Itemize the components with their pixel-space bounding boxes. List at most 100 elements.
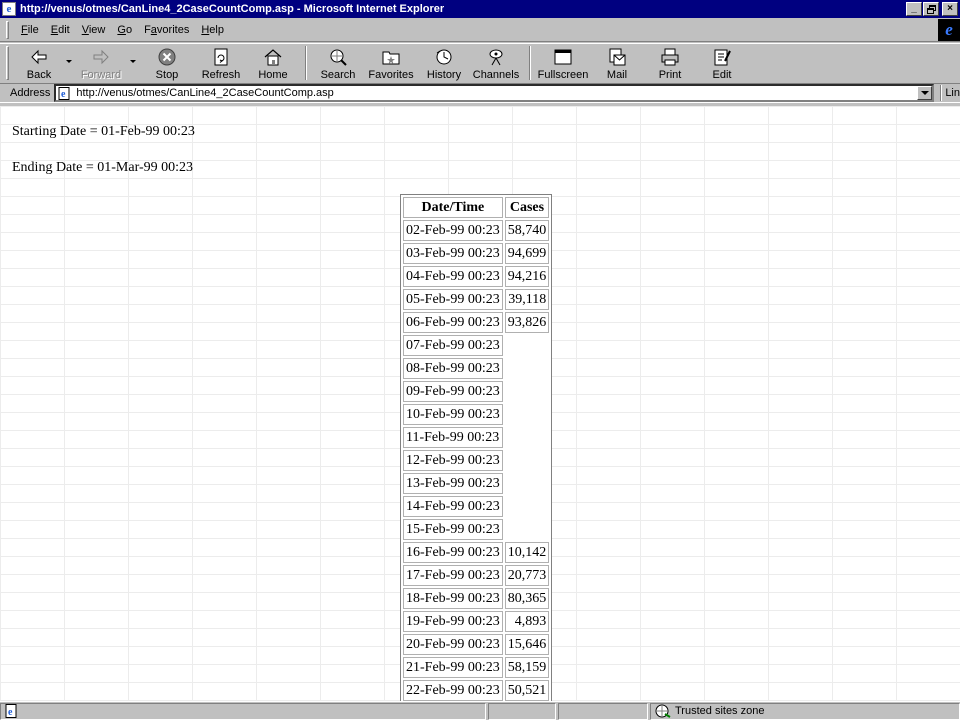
home-button[interactable]: Home	[247, 44, 299, 82]
channels-button[interactable]: Channels	[469, 44, 523, 82]
refresh-button[interactable]: Refresh	[195, 44, 247, 82]
datetime-cell: 21-Feb-99 00:23	[403, 657, 503, 678]
menu-go[interactable]: Go	[111, 24, 138, 36]
table-row: 05-Feb-99 00:23 39,118	[403, 289, 550, 310]
menu-edit[interactable]: Edit	[45, 24, 76, 36]
fullscreen-icon	[554, 49, 572, 65]
status-main-pane: e	[0, 702, 486, 720]
svg-text:e: e	[8, 707, 13, 718]
menu-file[interactable]: File	[15, 24, 45, 36]
stop-icon	[158, 48, 176, 66]
back-button[interactable]: Back	[15, 44, 63, 82]
cases-cell	[505, 473, 550, 494]
table-row: 11-Feb-99 00:23	[403, 427, 549, 448]
restore-button[interactable]	[923, 2, 939, 16]
cases-cell: 20,773	[504, 565, 550, 586]
starting-date-text: Starting Date = 01-Feb-99 00:23	[12, 124, 195, 139]
cases-cell: 15,646	[504, 634, 550, 655]
status-secure-pane	[558, 702, 648, 720]
edit-button[interactable]: Edit	[695, 44, 749, 82]
cases-cell: 50,521	[504, 680, 550, 701]
case-count-table: Date/Time Cases 02-Feb-99 00:23 58,740 03-…	[400, 194, 553, 701]
page-icon: e	[58, 86, 70, 100]
mail-button[interactable]: Mail	[589, 44, 645, 82]
datetime-cell: 14-Feb-99 00:23	[403, 496, 503, 517]
table-row: 12-Feb-99 00:23	[403, 450, 549, 471]
forward-button[interactable]: Forward	[75, 44, 127, 82]
datetime-cell: 08-Feb-99 00:23	[403, 358, 503, 379]
back-dropdown[interactable]	[63, 44, 75, 82]
links-separator	[940, 85, 943, 101]
datetime-cell: 04-Feb-99 00:23	[403, 266, 503, 287]
cases-cell: 80,365	[504, 588, 550, 609]
status-bar: e Trusted sites zone	[0, 701, 960, 720]
cases-cell: 93,826	[504, 312, 550, 333]
toolbar-grip[interactable]	[6, 46, 9, 80]
address-dropdown-button[interactable]	[917, 86, 933, 100]
table-header-row: Date/Time Cases	[403, 197, 550, 218]
datetime-cell: 16-Feb-99 00:23	[403, 542, 503, 563]
table-row: 14-Feb-99 00:23	[403, 496, 549, 517]
address-input[interactable]: e http://venus/otmes/CanLine4_2CaseCount…	[54, 84, 935, 102]
menu-help[interactable]: Help	[195, 24, 230, 36]
history-button[interactable]: History	[419, 44, 469, 82]
minimize-button[interactable]: _	[906, 2, 922, 16]
forward-dropdown[interactable]	[127, 44, 139, 82]
menu-view[interactable]: View	[76, 24, 112, 36]
datetime-cell: 05-Feb-99 00:23	[403, 289, 503, 310]
table-row: 07-Feb-99 00:23	[403, 335, 549, 356]
cases-cell	[505, 404, 550, 425]
datetime-cell: 13-Feb-99 00:23	[403, 473, 503, 494]
table-row: 06-Feb-99 00:23 93,826	[403, 312, 550, 333]
favorites-folder-icon	[382, 51, 400, 65]
menu-favorites[interactable]: Favorites	[138, 24, 195, 36]
cases-cell: 94,216	[504, 266, 550, 287]
ie-page-icon[interactable]: e	[2, 2, 16, 16]
table-row: 16-Feb-99 00:23 10,142	[403, 542, 550, 563]
refresh-icon	[214, 48, 228, 66]
fullscreen-button[interactable]: Fullscreen	[537, 44, 589, 82]
channels-satellite-icon	[489, 49, 503, 66]
history-icon	[436, 49, 452, 65]
forward-arrow-icon	[93, 49, 109, 65]
table-row: 18-Feb-99 00:23 80,365	[403, 588, 550, 609]
favorites-button[interactable]: Favorites	[363, 44, 419, 82]
datetime-cell: 18-Feb-99 00:23	[403, 588, 503, 609]
cases-cell	[505, 427, 550, 448]
cases-cell	[505, 496, 550, 517]
datetime-cell: 17-Feb-99 00:23	[403, 565, 503, 586]
cases-cell	[505, 335, 550, 356]
datetime-cell: 09-Feb-99 00:23	[403, 381, 503, 402]
datetime-cell: 10-Feb-99 00:23	[403, 404, 503, 425]
close-button[interactable]: ×	[942, 2, 958, 16]
datetime-cell: 06-Feb-99 00:23	[403, 312, 503, 333]
table-row: 20-Feb-99 00:23 15,646	[403, 634, 550, 655]
menubar-grip[interactable]	[6, 20, 9, 39]
ending-date-text: Ending Date = 01-Mar-99 00:23	[12, 160, 194, 175]
print-button[interactable]: Print	[645, 44, 695, 82]
search-button[interactable]: Search	[313, 44, 363, 82]
links-button[interactable]: Lin	[945, 87, 960, 99]
edit-page-icon	[714, 49, 731, 66]
table-row: 04-Feb-99 00:23 94,216	[403, 266, 550, 287]
mail-icon	[609, 48, 626, 66]
column-header-cases: Cases	[504, 197, 550, 218]
cases-cell	[505, 450, 550, 471]
stop-button[interactable]: Stop	[139, 44, 195, 82]
search-globe-icon	[330, 49, 347, 66]
table-row: 10-Feb-99 00:23	[403, 404, 549, 425]
restore-icon	[926, 4, 936, 14]
column-header-datetime: Date/Time	[403, 197, 503, 218]
cases-cell: 94,699	[504, 243, 550, 264]
datetime-cell: 07-Feb-99 00:23	[403, 335, 503, 356]
datetime-cell: 02-Feb-99 00:23	[403, 220, 503, 241]
datetime-cell: 03-Feb-99 00:23	[403, 243, 503, 264]
datetime-cell: 19-Feb-99 00:23	[403, 611, 503, 632]
svg-text:e: e	[61, 89, 66, 100]
table-row: 15-Feb-99 00:23	[403, 519, 549, 540]
cases-cell	[505, 381, 550, 402]
table-row: 08-Feb-99 00:23	[403, 358, 549, 379]
address-label: Address	[10, 87, 51, 99]
zone-label: Trusted sites zone	[675, 705, 765, 717]
datetime-cell: 22-Feb-99 00:23	[403, 680, 503, 701]
